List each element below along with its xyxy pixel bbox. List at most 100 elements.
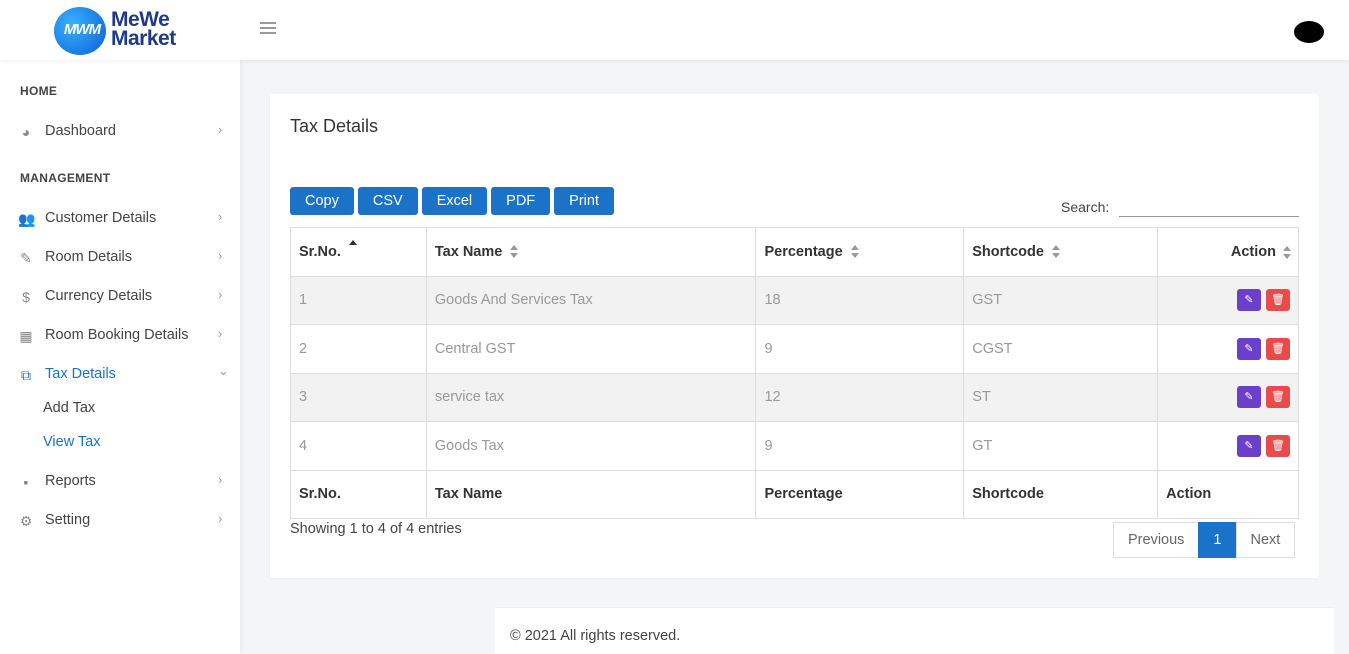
logo-monogram: MWM	[63, 21, 101, 38]
pdf-button[interactable]: PDF	[491, 187, 551, 215]
user-avatar[interactable]	[1294, 21, 1324, 43]
header-label: Shortcode	[972, 243, 1044, 260]
edit-button[interactable]: ✎	[1236, 386, 1261, 409]
sidebar-item-label: Reports	[45, 473, 96, 489]
tax-details-card: Tax Details Copy CSV Excel PDF Print Sea…	[270, 94, 1319, 578]
sidebar-item-label: Dashboard	[45, 123, 116, 139]
excel-button[interactable]: Excel	[421, 187, 488, 215]
cell-srno: 1	[290, 275, 427, 325]
chevron-right-icon: ›	[218, 326, 223, 341]
delete-button[interactable]: 🗑	[1266, 386, 1290, 409]
footer-header-percentage: Percentage	[755, 469, 965, 519]
page-title: Tax Details	[290, 116, 379, 136]
column-header-percentage[interactable]: Percentage	[755, 227, 965, 277]
sidebar-item-label: Currency Details	[45, 288, 153, 304]
cell-percentage: 9	[755, 421, 965, 471]
cell-srno: 2	[290, 324, 427, 374]
cell-shortcode: ST	[963, 372, 1159, 422]
column-header-action[interactable]: Action	[1157, 227, 1299, 277]
delete-button[interactable]: 🗑	[1266, 337, 1290, 360]
sidebar-item-setting[interactable]: ⚙ Setting ›	[0, 506, 240, 536]
pencil-icon: ✎	[1244, 342, 1254, 355]
sort-asc-icon	[348, 240, 358, 253]
dashboard-icon: ◕	[21, 124, 31, 140]
sidebar-item-customer-details[interactable]: 👥 Customer Details ›	[0, 204, 240, 234]
search-input[interactable]	[1119, 197, 1299, 217]
table-row: 3 service tax 12 ST ✎ 🗑	[290, 372, 1299, 422]
pagination: Previous 1 Next	[1113, 522, 1296, 558]
mewe-market-logo[interactable]: MWM MeWe Market	[54, 7, 194, 55]
chevron-right-icon: ›	[218, 287, 223, 302]
footer-header-srno: Sr.No.	[290, 469, 427, 519]
table-footer-row: Sr.No. Tax Name Percentage Shortcode Act…	[290, 469, 1299, 519]
edit-button[interactable]: ✎	[1236, 289, 1261, 312]
cell-shortcode: GT	[963, 421, 1159, 471]
sidebar-item-label: Setting	[45, 512, 91, 528]
csv-button[interactable]: CSV	[357, 187, 418, 215]
print-button[interactable]: Print	[554, 187, 614, 215]
edit-button[interactable]: ✎	[1236, 337, 1261, 360]
hamburger-menu-icon[interactable]	[260, 22, 276, 36]
chevron-down-icon: ⌄	[218, 363, 229, 378]
tax-icon: ⧉	[21, 367, 31, 383]
grid-icon: ▦	[19, 328, 33, 344]
cell-percentage: 18	[755, 275, 965, 325]
column-header-shortcode[interactable]: Shortcode	[963, 227, 1159, 277]
cell-tax-name: Goods Tax	[425, 421, 757, 471]
export-button-group: Copy CSV Excel PDF Print	[290, 187, 614, 215]
table-row: 4 Goods Tax 9 GT ✎ 🗑	[290, 421, 1299, 471]
tax-table: Sr.No. Tax Name Percentage Shortcode Act…	[290, 227, 1299, 519]
column-header-tax-name[interactable]: Tax Name	[425, 227, 757, 277]
sidebar-subitem-add-tax[interactable]: Add Tax	[43, 400, 95, 416]
sidebar-item-dashboard[interactable]: ◕ Dashboard ›	[0, 117, 240, 147]
header-label: Percentage	[764, 243, 843, 260]
logo-line-2: Market	[111, 27, 176, 50]
chevron-right-icon: ›	[218, 511, 223, 526]
cell-tax-name: Goods And Services Tax	[425, 275, 757, 325]
edit-button[interactable]: ✎	[1236, 434, 1261, 457]
header-label: Sr.No.	[299, 243, 341, 260]
page-1-button[interactable]: 1	[1198, 522, 1237, 558]
delete-button[interactable]: 🗑	[1266, 434, 1290, 457]
sidebar-item-room-booking-details[interactable]: ▦ Room Booking Details ›	[0, 321, 240, 351]
sidebar-item-reports[interactable]: ▪ Reports ›	[0, 467, 240, 497]
footer-header-tax-name: Tax Name	[425, 469, 757, 519]
chevron-right-icon: ›	[218, 209, 223, 224]
cell-percentage: 9	[755, 324, 965, 374]
copy-button[interactable]: Copy	[290, 187, 354, 215]
cell-action: ✎ 🗑	[1157, 324, 1299, 374]
sidebar-subitem-view-tax[interactable]: View Tax	[43, 434, 101, 450]
cell-tax-name: Central GST	[425, 324, 757, 374]
trash-icon: 🗑	[1271, 391, 1285, 404]
cell-percentage: 12	[755, 372, 965, 422]
cell-shortcode: CGST	[963, 324, 1159, 374]
chevron-right-icon: ›	[218, 248, 223, 263]
pencil-icon: ✎	[1244, 439, 1254, 452]
dollar-icon: $	[22, 289, 30, 305]
sidebar-item-tax-details[interactable]: ⧉ Tax Details ⌄	[0, 360, 240, 390]
report-icon: ▪	[23, 474, 29, 490]
pencil-icon: ✎	[1244, 391, 1254, 404]
sort-icon	[1051, 245, 1061, 259]
table-row: 1 Goods And Services Tax 18 GST ✎ 🗑	[290, 275, 1299, 325]
table-row: 2 Central GST 9 CGST ✎ 🗑	[290, 324, 1299, 374]
column-header-srno[interactable]: Sr.No.	[290, 227, 427, 277]
next-page-button[interactable]: Next	[1235, 522, 1296, 558]
top-header: MWM MeWe Market	[0, 0, 1349, 60]
cell-action: ✎ 🗑	[1157, 421, 1299, 471]
cell-tax-name: service tax	[425, 372, 757, 422]
sort-icon	[1283, 246, 1292, 259]
sidebar: HOME ◕ Dashboard › MANAGEMENT 👥 Customer…	[0, 60, 240, 654]
footer-header-shortcode: Shortcode	[963, 469, 1159, 519]
search-label: Search:	[1061, 199, 1110, 215]
footer-header-action: Action	[1157, 469, 1299, 519]
sort-icon	[510, 245, 519, 259]
trash-icon: 🗑	[1271, 439, 1285, 452]
gear-icon: ⚙	[19, 513, 33, 529]
delete-button[interactable]: 🗑	[1266, 289, 1290, 312]
sidebar-item-room-details[interactable]: ✎ Room Details ›	[0, 243, 240, 273]
sidebar-item-currency-details[interactable]: $ Currency Details ›	[0, 282, 240, 312]
sidebar-item-label: Customer Details	[45, 210, 157, 226]
previous-page-button[interactable]: Previous	[1113, 522, 1200, 558]
copyright-text: © 2021 All rights reserved.	[510, 628, 681, 644]
